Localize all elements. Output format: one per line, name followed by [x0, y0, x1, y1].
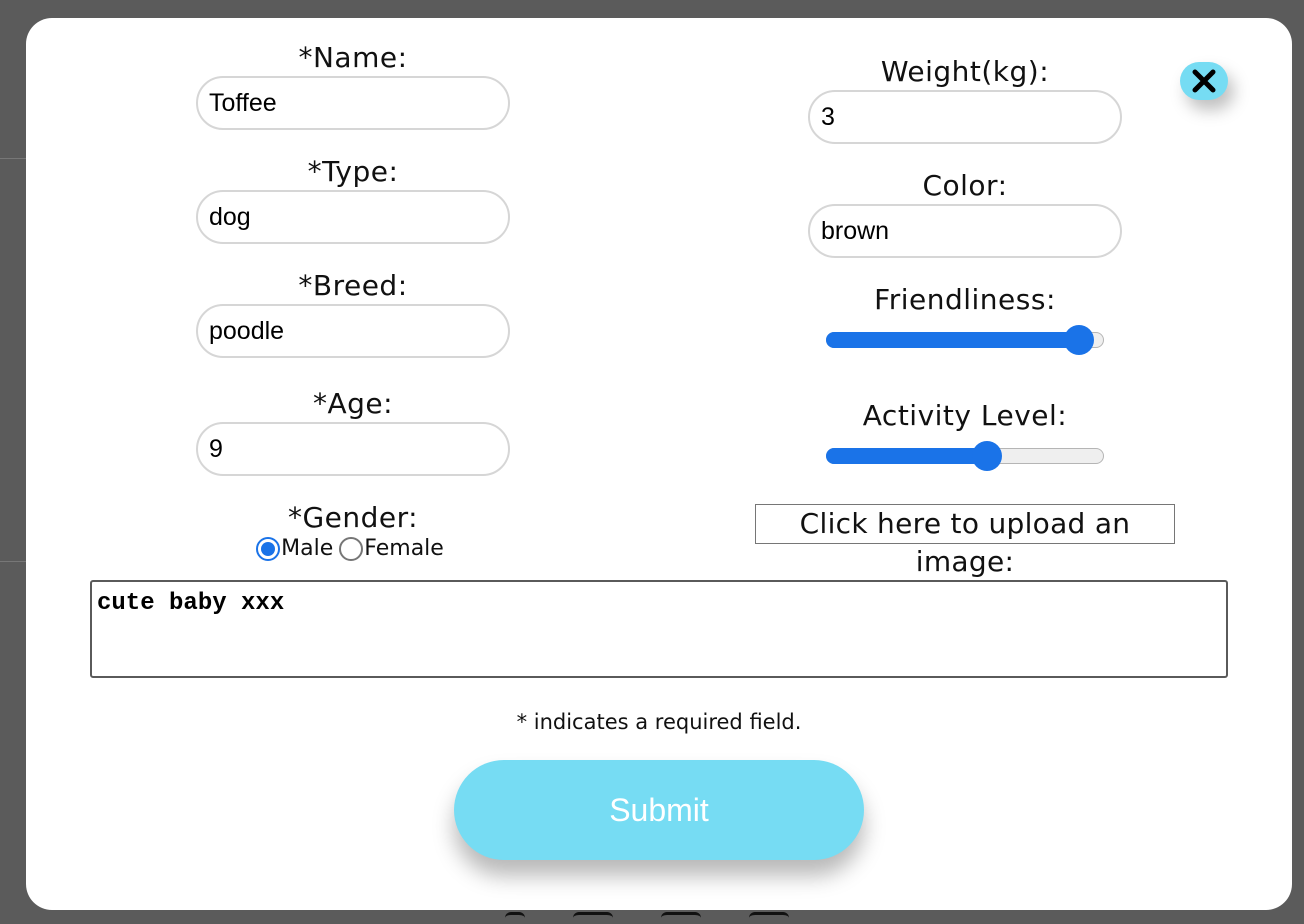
slider-thumb[interactable]	[1063, 325, 1094, 355]
gender-label: *Gender:	[287, 501, 419, 534]
slider-thumb[interactable]	[972, 441, 1003, 471]
facebook-icon	[505, 912, 525, 924]
background-divider	[0, 561, 26, 562]
description-textarea[interactable]: cute baby xxx	[90, 580, 1228, 678]
close-x-icon	[1192, 69, 1216, 93]
breed-input[interactable]	[196, 304, 510, 358]
add-pet-modal: *Name: *Type: *Breed: *Age: *Gender: Mal…	[26, 18, 1292, 910]
weight-input[interactable]	[808, 90, 1122, 144]
gender-female-label: Female	[364, 536, 444, 561]
friendliness-label: Friendliness:	[874, 283, 1056, 316]
instagram-icon	[573, 912, 613, 924]
name-input[interactable]	[196, 76, 510, 130]
color-input[interactable]	[808, 204, 1122, 258]
gender-female-radio[interactable]	[339, 536, 364, 561]
upload-image-button[interactable]: Click here to upload an image:	[755, 504, 1175, 578]
color-label: Color:	[922, 169, 1008, 202]
type-input[interactable]	[196, 190, 510, 244]
gender-male-label: Male	[281, 536, 334, 561]
background-divider	[0, 158, 26, 159]
activity-level-label: Activity Level:	[862, 399, 1068, 432]
youtube-icon	[749, 912, 789, 924]
left-column: *Name: *Type: *Breed: *Age: *Gender: Mal…	[143, 42, 563, 561]
type-label: *Type:	[307, 155, 399, 188]
right-column: Weight(kg): Color: Friendliness: Activit…	[755, 55, 1175, 578]
close-button[interactable]	[1180, 62, 1228, 100]
age-label: *Age:	[312, 387, 394, 420]
slider-fill	[826, 448, 988, 464]
age-input[interactable]	[196, 422, 510, 476]
name-label: *Name:	[298, 41, 408, 74]
twitter-icon	[661, 912, 701, 924]
friendliness-slider[interactable]	[826, 325, 1104, 355]
required-field-note: * indicates a required field.	[516, 710, 802, 734]
background-social-icons	[505, 912, 789, 924]
slider-fill	[826, 332, 1079, 348]
breed-label: *Breed:	[298, 269, 408, 302]
gender-radio-group: Male Female	[143, 536, 563, 561]
gender-male-radio[interactable]	[256, 536, 281, 561]
activity-level-slider[interactable]	[826, 441, 1104, 471]
weight-label: Weight(kg):	[880, 55, 1050, 88]
submit-button[interactable]: Submit	[454, 760, 864, 860]
